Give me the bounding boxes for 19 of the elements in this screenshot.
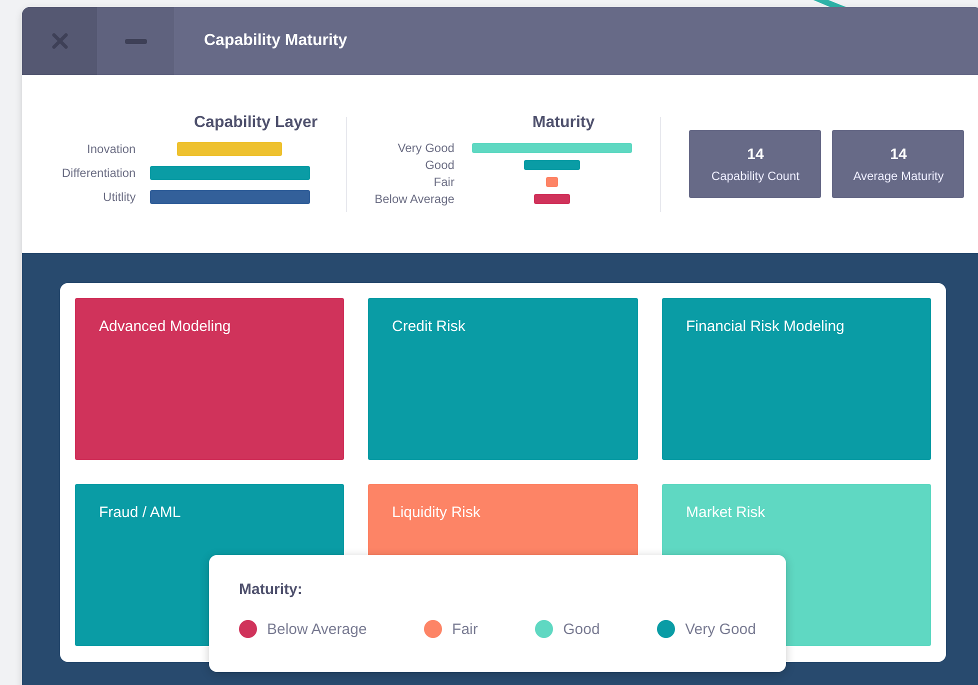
legend-title: Maturity: (239, 581, 304, 598)
stat-label: Capability Count (711, 168, 800, 182)
bar-label: Inovation (86, 142, 136, 156)
stat-value: 14 (890, 146, 907, 162)
window-title: Capability Maturity (204, 32, 348, 50)
bar-label: Differentiation (62, 166, 136, 180)
chart-title: Capability Layer (194, 114, 318, 132)
bar-label: Very Good (396, 142, 454, 154)
bar-label: Fair (432, 176, 454, 188)
legend-label: Fair (452, 620, 478, 638)
bar-label: Utitlity (102, 190, 136, 204)
bar-label: Below Average (374, 192, 454, 204)
stat-value: 14 (747, 146, 764, 162)
legend-label: Very Good (685, 620, 756, 638)
stat-label: Average Maturity (853, 168, 944, 182)
legend-label: Good (563, 620, 600, 638)
legend-label: Below Average (267, 620, 367, 638)
bar-label: Good (424, 158, 454, 170)
chart-title: Maturity (532, 114, 595, 132)
